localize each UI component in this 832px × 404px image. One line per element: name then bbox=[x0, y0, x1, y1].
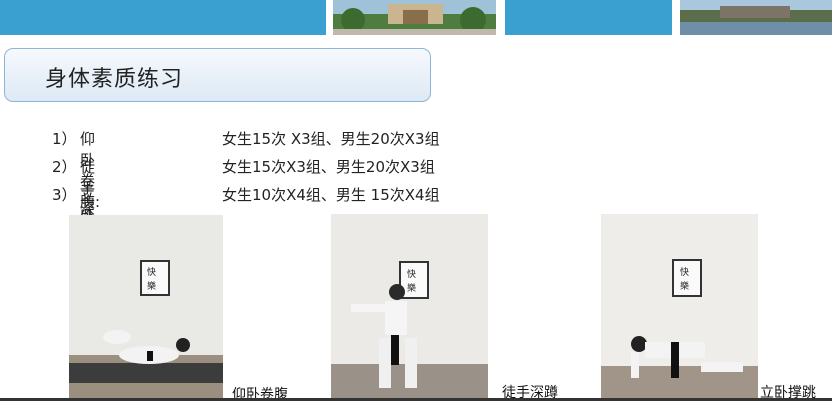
exercise-spec: 女生10次X4组、男生 15次X4组 bbox=[222, 186, 440, 204]
svg-text:快: 快 bbox=[680, 266, 689, 278]
item-number: 1） bbox=[52, 130, 77, 148]
campus-photo-1 bbox=[333, 0, 496, 35]
svg-text:樂: 樂 bbox=[147, 280, 156, 292]
section-title-box: 身体素质练习 bbox=[4, 48, 431, 102]
squat-photo: 快 樂 bbox=[331, 214, 488, 398]
caption-crunch: 仰卧卷腹 bbox=[232, 387, 288, 403]
svg-text:快: 快 bbox=[407, 268, 416, 280]
item-number: 2） bbox=[52, 158, 77, 176]
exercise-spec: 女生15次 X3组、男生20次X3组 bbox=[222, 130, 440, 148]
svg-text:樂: 樂 bbox=[407, 282, 416, 294]
header-banner-left bbox=[0, 0, 326, 35]
header-banner-mid bbox=[505, 0, 672, 35]
svg-text:快: 快 bbox=[147, 266, 156, 278]
page-title: 身体素质练习 bbox=[45, 67, 184, 92]
burpee-photo: 快 樂 bbox=[601, 214, 758, 398]
crunch-photo: 快 樂 bbox=[69, 215, 223, 398]
exercise-spec: 女生15次X3组、男生20次X3组 bbox=[222, 158, 435, 176]
svg-text:樂: 樂 bbox=[680, 280, 689, 292]
item-number: 3） bbox=[52, 186, 77, 204]
campus-photo-2 bbox=[680, 0, 832, 35]
